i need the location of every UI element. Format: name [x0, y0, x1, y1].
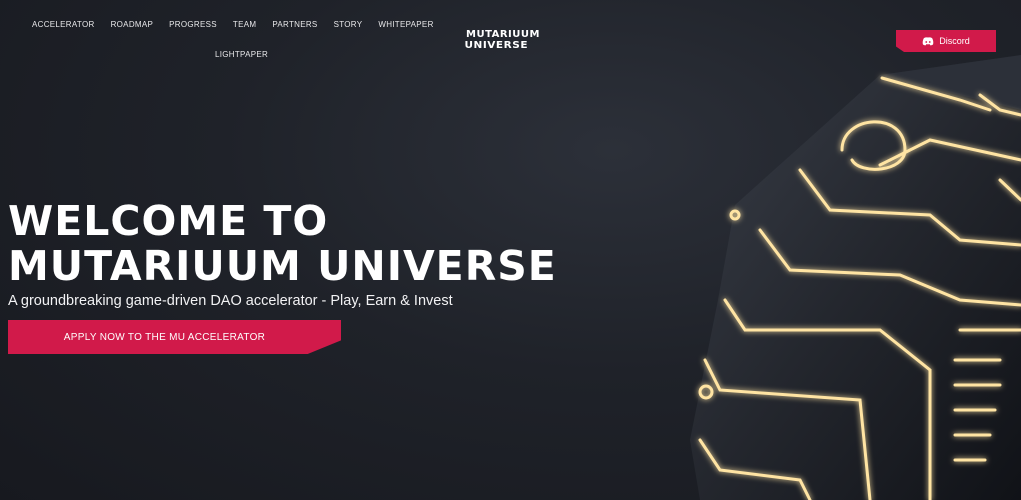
nav-item-team[interactable]: TEAM — [233, 20, 256, 29]
apply-now-button[interactable]: APPLY NOW TO THE MU ACCELERATOR — [8, 320, 341, 354]
nav-item-lightpaper[interactable]: LIGHTPAPER — [215, 50, 268, 59]
nav-item-progress[interactable]: PROGRESS — [169, 20, 217, 29]
nav-item-accelerator[interactable]: ACCELERATOR — [32, 20, 95, 29]
site-logo[interactable]: MUTARIUUM UNIVERSE — [464, 29, 562, 51]
logo-line-1: MUTARIUUM — [466, 29, 540, 40]
logo-line-2: UNIVERSE — [464, 40, 529, 51]
nav-item-partners[interactable]: PARTNERS — [272, 20, 317, 29]
hero-title-line-1: WELCOME TO — [8, 197, 329, 245]
nav-item-roadmap[interactable]: ROADMAP — [111, 20, 154, 29]
discord-icon — [922, 36, 934, 45]
apply-now-label: APPLY NOW TO THE MU ACCELERATOR — [63, 331, 266, 343]
nav-item-whitepaper[interactable]: WHITEPAPER — [378, 20, 433, 29]
hero-subtitle: A groundbreaking game-driven DAO acceler… — [8, 293, 453, 309]
top-navigation: ACCELERATOR ROADMAP PROGRESS TEAM PARTNE… — [32, 20, 452, 59]
discord-button[interactable]: Discord — [896, 30, 996, 52]
hero-title: WELCOME TO MUTARIUUM UNIVERSE — [8, 199, 628, 289]
discord-label: Discord — [939, 36, 970, 46]
hero-title-line-2: MUTARIUUM UNIVERSE — [8, 242, 557, 290]
nav-item-story[interactable]: STORY — [334, 20, 363, 29]
